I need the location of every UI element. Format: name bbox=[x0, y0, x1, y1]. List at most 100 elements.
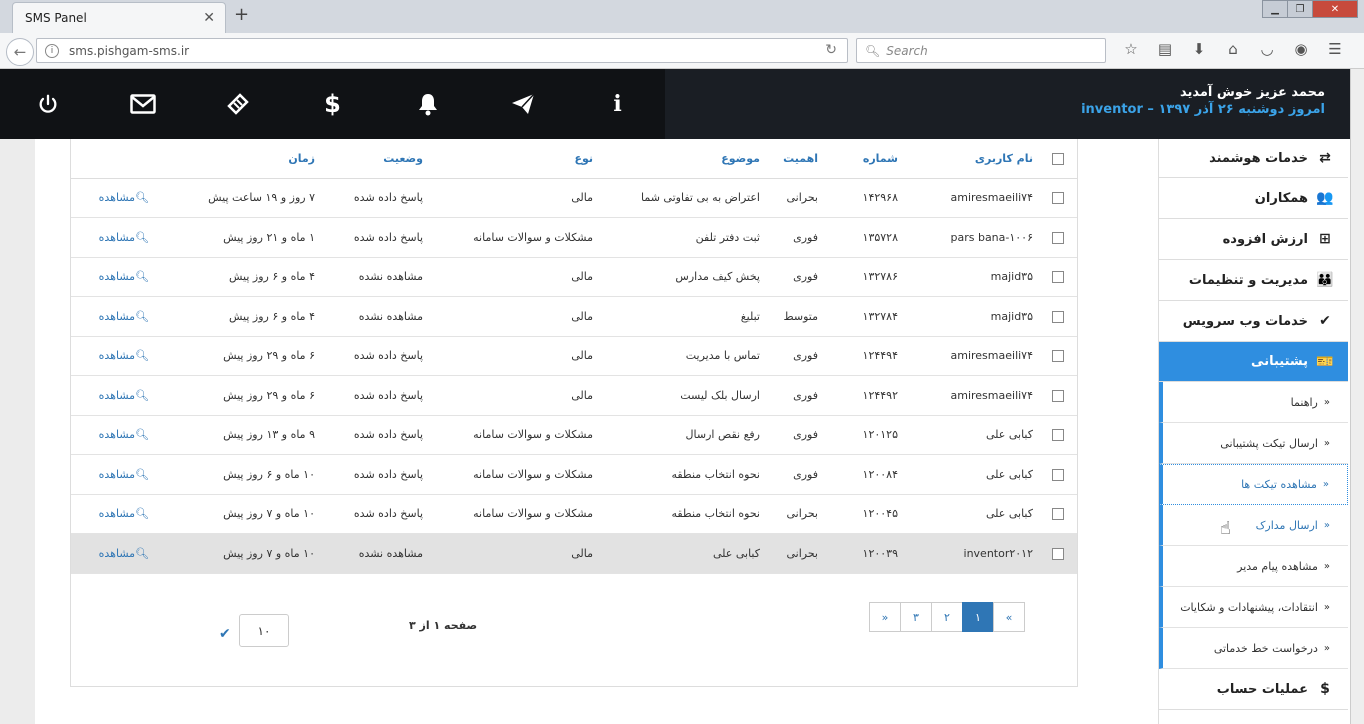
table-row[interactable]: کبابی علی ۱۲۰۰۸۴ فوری نحوه انتخاب منطقه مشکل… bbox=[71, 454, 1077, 495]
col-time[interactable]: زمان bbox=[171, 139, 321, 179]
view-link[interactable]: 🔍︎مشاهده bbox=[99, 349, 149, 362]
select-all-checkbox[interactable] bbox=[1052, 152, 1064, 165]
pager-prev[interactable]: » bbox=[869, 602, 901, 632]
close-tab-icon[interactable]: ✕ bbox=[203, 10, 215, 26]
page-margin bbox=[0, 139, 35, 724]
sidebar-item-label: عملیات حساب bbox=[1216, 681, 1308, 697]
col-priority[interactable]: اهمیت bbox=[766, 139, 824, 179]
view-link[interactable]: 🔍︎مشاهده bbox=[99, 428, 149, 441]
home-icon[interactable]: ⌂ bbox=[1216, 40, 1250, 58]
view-link[interactable]: 🔍︎مشاهده bbox=[99, 468, 149, 481]
row-checkbox[interactable] bbox=[1052, 508, 1064, 521]
per-page-input[interactable]: ۱۰ bbox=[239, 614, 289, 647]
pager-page-2[interactable]: ۲ bbox=[931, 602, 963, 632]
window-close-icon[interactable]: ✕ bbox=[1312, 0, 1358, 18]
paper-plane-icon[interactable] bbox=[475, 69, 570, 139]
view-link[interactable]: 🔍︎مشاهده bbox=[99, 270, 149, 283]
pocket-icon[interactable]: ◡ bbox=[1250, 40, 1284, 58]
table-row[interactable]: کبابی علی ۱۲۰۱۲۵ فوری رفع نقص ارسال مشکلات و… bbox=[71, 415, 1077, 455]
view-link[interactable]: 🔍︎مشاهده bbox=[99, 389, 149, 402]
sidebar-item-1[interactable]: همکاران 👥 bbox=[1159, 178, 1348, 219]
apply-check-icon[interactable]: ✔ bbox=[219, 626, 231, 642]
cell-priority: بحرانی bbox=[766, 178, 824, 218]
reading-list-icon[interactable]: ▤ bbox=[1148, 40, 1182, 58]
table-row[interactable]: amiresmaeili۷۴ ۱۲۴۴۹۲ فوری ارسال بلک لیست ما… bbox=[71, 375, 1077, 416]
cell-time: ۶ ماه و ۲۹ روز پیش bbox=[171, 336, 321, 376]
info-circle-icon[interactable]: i bbox=[570, 69, 665, 139]
scrollbar[interactable] bbox=[1350, 69, 1364, 724]
cell-subject: پخش کیف مدارس bbox=[599, 257, 766, 297]
table-row[interactable]: کبابی علی ۱۲۰۰۴۵ بحرانی نحوه انتخاب منطقه مش… bbox=[71, 494, 1077, 534]
row-checkbox[interactable] bbox=[1052, 350, 1064, 363]
sidebar-icon: ⇄ bbox=[1319, 150, 1331, 166]
bookmark-star-icon[interactable]: ☆ bbox=[1114, 40, 1148, 58]
sidebar-subitem-5[interactable]: انتقادات، پیشنهادات و شکایات » bbox=[1159, 587, 1348, 628]
col-username[interactable]: نام کاربری bbox=[904, 139, 1039, 179]
row-checkbox[interactable] bbox=[1052, 310, 1064, 323]
table-row[interactable]: inventor۲۰۱۲ ۱۲۰۰۳۹ بحرانی کبابی علی مالی مشا… bbox=[71, 533, 1077, 574]
sidebar-item-0[interactable]: خدمات هوشمند ⇄ bbox=[1159, 139, 1348, 178]
sidebar-item-account-ops[interactable]: عملیات حساب $ bbox=[1159, 669, 1348, 710]
search-input[interactable]: 🔍︎ Search bbox=[856, 38, 1106, 63]
cell-status: پاسخ داده شده bbox=[321, 178, 429, 218]
bell-icon[interactable] bbox=[380, 69, 475, 139]
cell-subject: نحوه انتخاب منطقه bbox=[599, 454, 766, 495]
menu-icon[interactable]: ☰ bbox=[1318, 40, 1352, 58]
sidebar-item-support[interactable]: پشتیبانی 🎫 bbox=[1159, 342, 1348, 382]
view-link[interactable]: 🔍︎مشاهده bbox=[99, 310, 149, 323]
sidebar-item-2[interactable]: ارزش افزوده ⊞ bbox=[1159, 219, 1348, 260]
cell-username: majid۳۵ bbox=[904, 257, 1039, 297]
back-icon[interactable]: ← bbox=[6, 38, 34, 66]
new-tab-icon[interactable]: + bbox=[234, 4, 249, 25]
row-checkbox[interactable] bbox=[1052, 231, 1064, 244]
pager-next[interactable]: « bbox=[993, 602, 1025, 632]
table-row[interactable]: majid۳۵ ۱۳۲۷۸۶ فوری پخش کیف مدارس مالی مشاهده… bbox=[71, 257, 1077, 297]
tickets-table: نام کاربری شماره اهمیت موضوع نوع وضعیت ز… bbox=[71, 139, 1077, 574]
maximize-icon[interactable]: ❐ bbox=[1287, 0, 1313, 18]
dollar-icon[interactable]: $ bbox=[285, 69, 380, 139]
download-icon[interactable]: ⬇ bbox=[1182, 40, 1216, 58]
cell-status: پاسخ داده شده bbox=[321, 217, 429, 258]
table-row[interactable]: majid۳۵ ۱۳۲۷۸۴ متوسط تبلیغ مالی مشاهده نشده ۴ … bbox=[71, 296, 1077, 337]
row-checkbox[interactable] bbox=[1052, 547, 1064, 560]
view-link[interactable]: 🔍︎مشاهده bbox=[99, 191, 149, 204]
col-subject[interactable]: موضوع bbox=[599, 139, 766, 179]
reload-icon[interactable]: ↻ bbox=[825, 42, 837, 58]
sidebar-subitem-2[interactable]: مشاهده تیکت ها » bbox=[1159, 464, 1348, 505]
row-checkbox[interactable] bbox=[1052, 468, 1064, 481]
sidebar-item-3[interactable]: مدیریت و تنظیمات 👪 bbox=[1159, 260, 1348, 301]
col-number[interactable]: شماره bbox=[824, 139, 904, 179]
power-icon[interactable] bbox=[0, 69, 95, 139]
info-icon[interactable]: i bbox=[45, 43, 59, 58]
sidebar-subitem-6[interactable]: درخواست خط خدماتی » bbox=[1159, 628, 1348, 669]
table-row[interactable]: pars bana-۱۰۰۶ ۱۳۵۷۲۸ فوری ثبت دفتر تلفن مشک… bbox=[71, 217, 1077, 258]
col-status[interactable]: وضعیت bbox=[321, 139, 429, 179]
sidebar-subitem-4[interactable]: مشاهده پیام مدیر » bbox=[1159, 546, 1348, 587]
account-icon[interactable]: ◉ bbox=[1284, 40, 1318, 58]
address-bar[interactable]: i sms.pishgam-sms.ir ↻ bbox=[36, 38, 848, 63]
table-row[interactable]: amiresmaeili۷۴ ۱۲۴۴۹۴ فوری تماس با مدیریت ما… bbox=[71, 336, 1077, 376]
browser-tab[interactable]: SMS Panel ✕ bbox=[12, 2, 226, 33]
ticket-icon: 🎫 bbox=[1316, 353, 1334, 370]
welcome-block: محمد عزیز خوش آمدید inventor – امروز دوش… bbox=[1081, 85, 1325, 117]
sidebar-subitem-0[interactable]: راهنما » bbox=[1159, 382, 1348, 423]
sidebar-subitem-3[interactable]: ارسال مدارک » bbox=[1159, 505, 1348, 546]
sidebar-subitem-1[interactable]: ارسال تیکت پشتیبانی » bbox=[1159, 423, 1348, 464]
view-link[interactable]: 🔍︎مشاهده bbox=[99, 547, 149, 560]
view-link[interactable]: 🔍︎مشاهده bbox=[99, 507, 149, 520]
pager-page-3[interactable]: ۳ bbox=[900, 602, 932, 632]
minimize-icon[interactable]: ▁ bbox=[1262, 0, 1288, 18]
pager-page-1[interactable]: ۱ bbox=[962, 602, 994, 632]
col-type[interactable]: نوع bbox=[429, 139, 599, 179]
view-link[interactable]: 🔍︎مشاهده bbox=[99, 231, 149, 244]
row-checkbox[interactable] bbox=[1052, 192, 1064, 205]
envelope-icon[interactable] bbox=[95, 69, 190, 139]
cell-number: ۱۲۰۰۸۴ bbox=[824, 454, 904, 495]
table-row[interactable]: amiresmaeili۷۴ ۱۴۲۹۶۸ بحرانی اعتراض به بی ت… bbox=[71, 178, 1077, 218]
ticket-icon[interactable] bbox=[190, 69, 285, 139]
row-checkbox[interactable] bbox=[1052, 389, 1064, 402]
row-checkbox[interactable] bbox=[1052, 271, 1064, 284]
sidebar-item-4[interactable]: خدمات وب سرویس ✔ bbox=[1159, 301, 1348, 342]
row-checkbox[interactable] bbox=[1052, 429, 1064, 442]
cell-type: مالی bbox=[429, 336, 599, 376]
